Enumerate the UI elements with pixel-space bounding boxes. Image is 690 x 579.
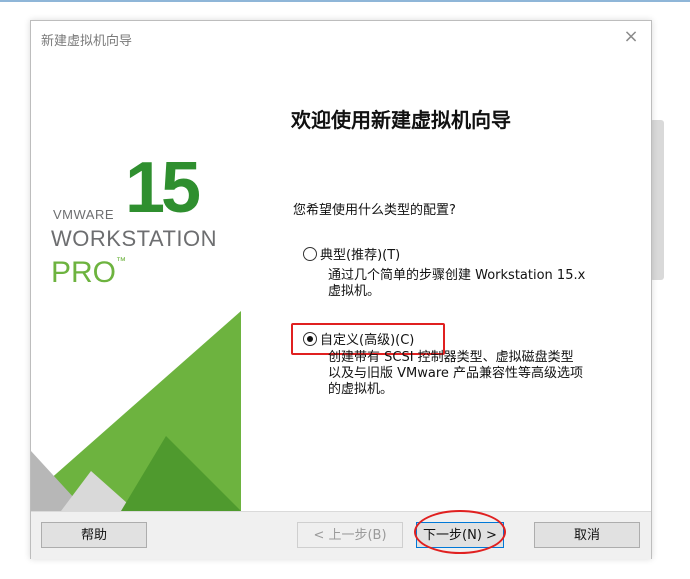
option-custom-label: 自定义(高级)(C): [320, 333, 415, 348]
description-line: 虚拟机。: [328, 284, 381, 299]
option-typical[interactable]: 典型(推荐)(T): [303, 244, 400, 263]
option-custom[interactable]: 自定义(高级)(C): [303, 329, 414, 348]
cancel-button[interactable]: 取消: [534, 522, 640, 548]
description-line: 以及与旧版 VMware 产品兼容性等高级选项: [328, 366, 584, 381]
button-bar: 帮助 < 上一步(B) 下一步(N) > 取消: [31, 510, 651, 559]
option-typical-label: 典型(推荐)(T): [320, 248, 401, 263]
description-line: 通过几个简单的步骤创建 Workstation 15.x: [328, 268, 586, 283]
help-button[interactable]: 帮助: [41, 522, 147, 548]
next-button[interactable]: 下一步(N) >: [416, 522, 504, 548]
description-line: 的虚拟机。: [328, 382, 394, 397]
option-custom-description: 创建带有 SCSI 控制器类型、虚拟磁盘类型 以及与旧版 VMware 产品兼容…: [328, 350, 583, 398]
dialog-title: 新建虚拟机向导: [41, 34, 133, 49]
wizard-heading: 欢迎使用新建虚拟机向导: [291, 108, 511, 132]
back-button[interactable]: < 上一步(B): [297, 522, 403, 548]
edition-text: PRO: [51, 256, 117, 289]
titlebar: 新建虚拟机向导 ×: [31, 21, 651, 55]
edition-name: PRO™: [51, 256, 126, 290]
vendor-name: VMWARE: [53, 207, 115, 222]
config-question: 您希望使用什么类型的配置?: [293, 203, 456, 218]
option-typical-description: 通过几个简单的步骤创建 Workstation 15.x 虚拟机。: [328, 268, 585, 300]
product-name: WORKSTATION: [51, 226, 218, 251]
brand-panel: 15 VMWARE WORKSTATION PRO™: [31, 56, 241, 511]
background-scrollbar[interactable]: [650, 120, 664, 280]
content-panel: 欢迎使用新建虚拟机向导 您希望使用什么类型的配置? 典型(推荐)(T) 通过几个…: [241, 56, 651, 511]
window-top-border: [0, 0, 690, 2]
version-number: 15: [125, 148, 201, 228]
close-icon[interactable]: ×: [621, 27, 641, 47]
new-vm-wizard-dialog: 新建虚拟机向导 × 15 VMWARE WORKSTATION PRO™ 欢迎使…: [30, 20, 652, 559]
trademark: ™: [116, 256, 127, 267]
description-line: 创建带有 SCSI 控制器类型、虚拟磁盘类型: [328, 350, 574, 365]
radio-typical[interactable]: [303, 247, 317, 261]
brand-logo: 15 VMWARE WORKSTATION PRO™: [31, 56, 241, 289]
radio-custom[interactable]: [303, 332, 317, 346]
